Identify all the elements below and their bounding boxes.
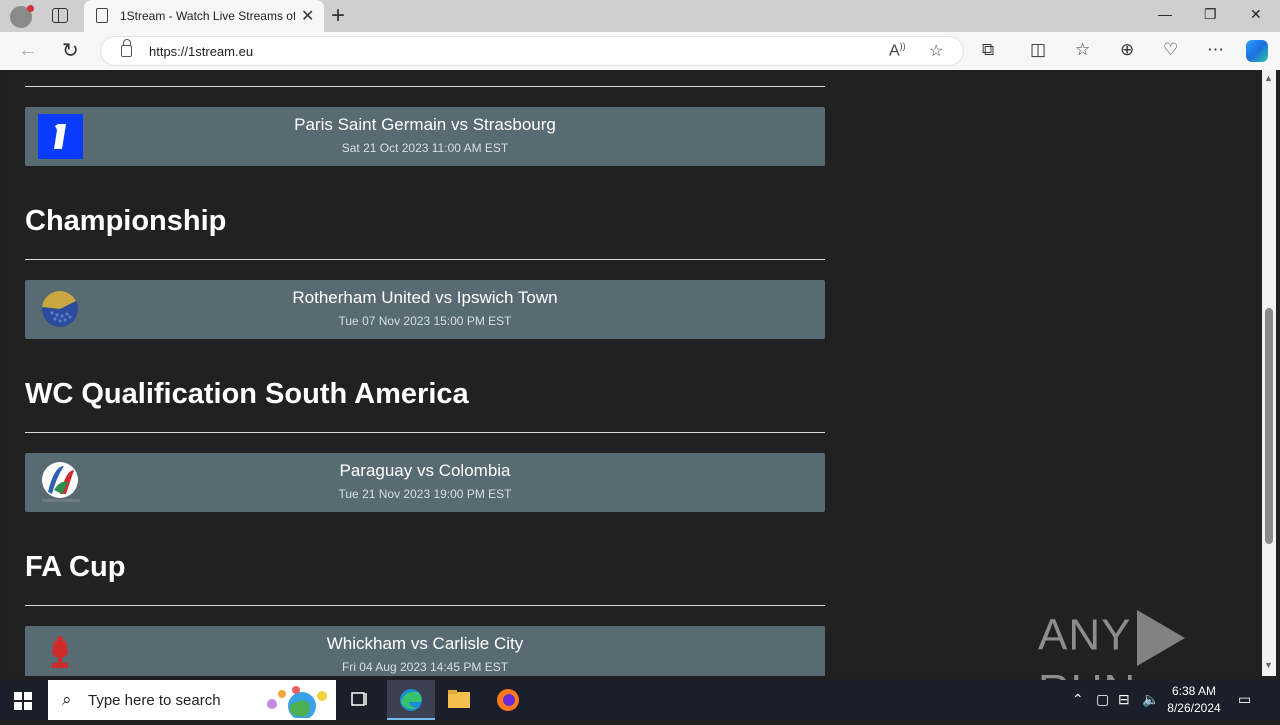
windows-start-icon[interactable] [14,692,32,710]
task-view-icon[interactable] [336,680,384,720]
divider [25,86,825,87]
match-card[interactable]: Rotherham United vs Ipswich Town Tue 07 … [25,280,825,339]
match-card[interactable]: Paris Saint Germain vs Strasbourg Sat 21… [25,107,825,166]
scroll-up-icon[interactable]: ▲ [1264,73,1273,83]
match-card[interactable]: Paraguay vs Colombia Tue 21 Nov 2023 19:… [25,453,825,512]
clock-time: 6:38 AM [1171,684,1217,698]
collections-icon[interactable]: ⊕ [1120,40,1134,60]
scroll-thumb[interactable] [1265,308,1273,544]
network-icon[interactable]: ⊟ [1118,691,1130,708]
reload-icon[interactable]: ↻ [62,38,79,63]
search-icon: ⌕ [62,690,72,709]
page-scrollbar[interactable]: ▲ ▼ [1262,70,1276,676]
read-aloud-icon[interactable]: A)) [889,41,906,60]
url-text[interactable]: https://1stream.eu [149,44,253,59]
match-title: Paris Saint Germain vs Strasbourg [294,115,556,134]
address-bar[interactable]: https://1stream.eu A)) ☆ [100,36,964,66]
divider [25,605,825,606]
browser-essentials-icon[interactable]: ♡ [1163,40,1178,60]
edge-taskbar-icon[interactable] [387,680,435,720]
search-highlight-icon [267,686,327,718]
tab-strip: 1Stream - Watch Live Streams of ✕ + — ❐ … [0,0,1280,32]
web-viewport: Paris Saint Germain vs Strasbourg Sat 21… [4,70,1260,676]
browser-tab[interactable]: 1Stream - Watch Live Streams of ✕ [84,0,324,32]
tab-actions-icon[interactable] [52,8,68,23]
notifications-icon[interactable]: ▭ [1238,691,1251,708]
match-time: Fri 04 Aug 2023 14:45 PM EST [341,660,509,674]
system-clock[interactable]: 6:38 AM 8/26/2024 [1162,683,1226,717]
new-tab-button[interactable]: + [331,2,345,30]
match-card[interactable]: Whickham vs Carlisle City Fri 04 Aug 202… [25,626,825,676]
favorites-icon[interactable]: ☆ [1075,40,1090,60]
tab-title: 1Stream - Watch Live Streams of [120,9,295,23]
volume-icon[interactable]: 🔈 [1142,691,1159,708]
divider [25,259,825,260]
match-title: Rotherham United vs Ipswich Town [292,288,558,307]
section-heading: FA Cup [25,551,126,583]
copilot-icon[interactable] [1246,40,1268,62]
back-icon[interactable]: ← [18,39,38,62]
split-screen-icon[interactable]: ◫ [1030,40,1046,60]
device-icon[interactable]: ▢ [1096,691,1109,708]
match-time: Sat 21 Oct 2023 11:00 AM EST [341,141,509,155]
minimize-icon[interactable]: — [1158,6,1172,22]
extensions-icon[interactable]: ⧉ [982,40,994,60]
close-tab-icon[interactable]: ✕ [301,6,314,26]
section-heading: WC Qualification South America [25,378,469,410]
taskbar: ⌕ Type here to search ⌃ ▢ ⊟ 🔈 6:38 AM 8/… [0,680,1280,720]
match-time: Tue 07 Nov 2023 15:00 PM EST [338,314,512,328]
firefox-icon[interactable] [484,680,532,720]
section-heading: Championship [25,205,227,237]
favorite-star-icon[interactable]: ☆ [929,41,943,61]
watermark-left: ANY [1038,610,1132,660]
match-title: Paraguay vs Colombia [339,461,511,480]
clock-date: 8/26/2024 [1167,701,1221,715]
page-icon [96,8,108,23]
more-options-icon[interactable]: ⋯ [1207,40,1224,60]
search-placeholder[interactable]: Type here to search [88,692,221,709]
profile-avatar[interactable] [10,5,34,28]
lock-icon[interactable] [121,39,132,57]
close-window-icon[interactable]: ✕ [1250,6,1262,23]
browser-toolbar: ← ↻ https://1stream.eu A)) ☆ ⧉ ◫ ☆ ⊕ ♡ ⋯ [0,32,1280,70]
tray-overflow-icon[interactable]: ⌃ [1072,691,1084,708]
restore-icon[interactable]: ❐ [1204,6,1217,23]
taskbar-search[interactable]: ⌕ Type here to search [48,680,336,720]
divider [25,432,825,433]
match-title: Whickham vs Carlisle City [326,634,524,653]
play-icon [1137,610,1186,666]
match-time: Tue 21 Nov 2023 19:00 PM EST [338,487,512,501]
file-explorer-icon[interactable] [435,680,483,720]
